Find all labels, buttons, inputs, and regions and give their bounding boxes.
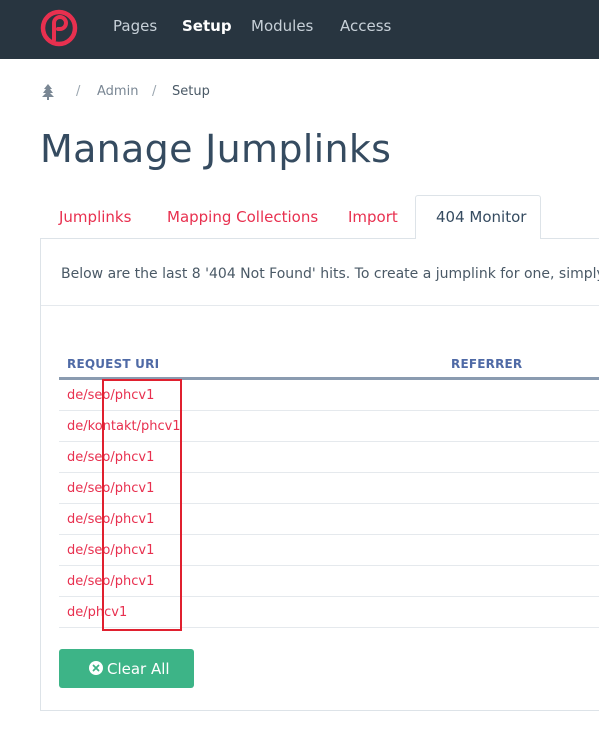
top-navbar: Pages Setup Modules Access [0, 0, 599, 59]
breadcrumb-separator: / [76, 84, 81, 99]
breadcrumb-admin[interactable]: Admin [97, 84, 138, 99]
nav-access[interactable]: Access [340, 17, 391, 35]
nav-setup[interactable]: Setup [182, 17, 232, 35]
notice-box: Below are the last 8 '404 Not Found' hit… [41, 239, 599, 306]
clear-all-label: Clear All [107, 660, 170, 678]
tree-icon[interactable] [42, 84, 54, 100]
processwire-logo-icon[interactable] [40, 9, 78, 47]
column-header-request-uri[interactable]: REQUEST URI [67, 357, 159, 371]
tab-404-monitor[interactable]: 404 Monitor [415, 195, 541, 240]
tab-jumplinks[interactable]: Jumplinks [59, 208, 131, 226]
nav-modules[interactable]: Modules [251, 17, 313, 35]
page-title: Manage Jumplinks [40, 127, 392, 171]
tab-404-monitor-label: 404 Monitor [436, 208, 527, 226]
breadcrumb-setup[interactable]: Setup [172, 84, 210, 99]
highlight-annotation-box [102, 379, 182, 631]
nav-pages[interactable]: Pages [113, 17, 157, 35]
breadcrumb-separator: / [152, 84, 157, 99]
notice-text: Below are the last 8 '404 Not Found' hit… [61, 266, 599, 282]
tab-mapping-collections[interactable]: Mapping Collections [167, 208, 318, 226]
clear-all-button[interactable]: Clear All [59, 649, 194, 688]
tab-import[interactable]: Import [348, 208, 398, 226]
column-header-referrer[interactable]: REFERRER [451, 357, 522, 371]
times-circle-icon [89, 661, 103, 675]
